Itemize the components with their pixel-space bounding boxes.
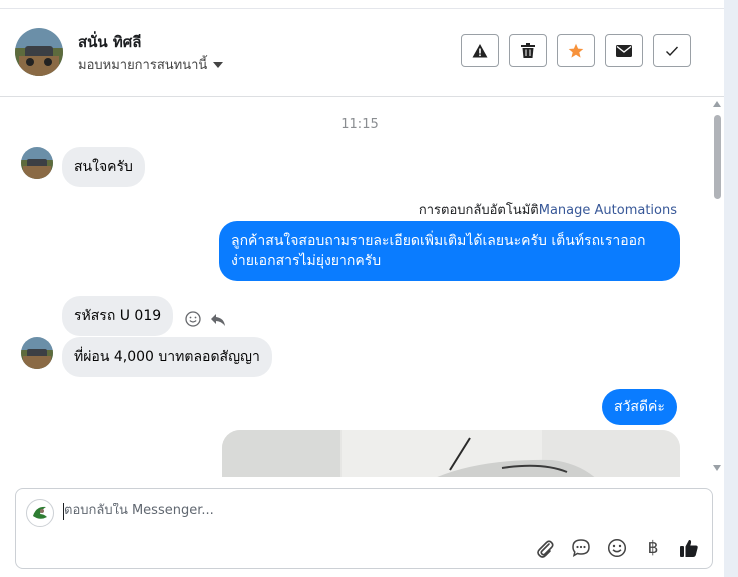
message-image[interactable]	[222, 430, 680, 477]
message-bubble-outgoing[interactable]: สวัสดีค่ะ	[602, 389, 677, 425]
message-actions	[185, 311, 226, 331]
contact-avatar[interactable]	[15, 28, 63, 76]
star-icon	[568, 43, 584, 58]
message-bubble-incoming[interactable]: สนใจครับ	[62, 147, 145, 187]
emoji-icon[interactable]	[606, 537, 628, 559]
reply-composer: ฿	[15, 488, 713, 569]
assign-conversation-dropdown[interactable]: มอบหมายการสนทนานี้	[78, 54, 224, 75]
mark-unread-button[interactable]	[605, 34, 643, 67]
sender-avatar	[21, 337, 53, 369]
attach-paperclip-icon[interactable]	[534, 537, 556, 559]
check-icon	[666, 46, 679, 56]
sender-avatar	[21, 147, 53, 179]
conversation-header: สนั่น ทิศลี มอบหมายการสนทนานี้	[0, 9, 724, 97]
caret-down-icon	[213, 61, 224, 68]
payment-baht-icon[interactable]: ฿	[642, 537, 664, 559]
message-timestamp: 11:15	[341, 117, 379, 132]
envelope-icon	[616, 44, 632, 57]
message-bubble-outgoing[interactable]: ลูกค้าสนใจสอบถามรายละเอียดเพิ่มเติมได้เล…	[219, 221, 680, 281]
delete-button[interactable]	[509, 34, 547, 67]
star-button[interactable]	[557, 34, 595, 67]
saved-replies-icon[interactable]	[570, 537, 592, 559]
composer-toolbar: ฿	[534, 537, 700, 559]
warning-icon	[472, 43, 488, 57]
contact-name[interactable]: สนั่น ทิศลี	[78, 30, 142, 54]
automation-label-text: การตอบกลับอัตโนมัติ	[418, 203, 539, 218]
top-divider	[0, 0, 724, 9]
trash-icon	[521, 43, 535, 58]
spam-button[interactable]	[461, 34, 499, 67]
automation-label: การตอบกลับอัตโนมัติManage Automations	[419, 199, 677, 220]
page-avatar	[26, 499, 54, 527]
scrollbar-thumb[interactable]	[714, 115, 721, 199]
scroll-up-arrow-icon[interactable]	[713, 101, 721, 107]
react-smiley-icon[interactable]	[185, 311, 201, 331]
reply-arrow-icon[interactable]	[210, 312, 226, 331]
message-bubble-incoming[interactable]: ที่ผ่อน 4,000 บาทตลอดสัญญา	[62, 337, 272, 377]
thread-scrollbar[interactable]	[711, 97, 724, 477]
reply-input[interactable]	[64, 503, 664, 518]
mark-done-button[interactable]	[653, 34, 691, 67]
message-bubble-incoming[interactable]: รหัสรถ U 019	[62, 296, 174, 336]
scroll-down-arrow-icon[interactable]	[713, 465, 721, 471]
message-thread[interactable]: 11:15 สนใจครับ การตอบกลับอัตโนมัติManage…	[0, 97, 710, 477]
thumbs-up-icon[interactable]	[678, 537, 700, 559]
manage-automations-link[interactable]: Manage Automations	[539, 203, 677, 218]
right-rail	[724, 0, 738, 577]
assign-label: มอบหมายการสนทนานี้	[78, 58, 208, 73]
